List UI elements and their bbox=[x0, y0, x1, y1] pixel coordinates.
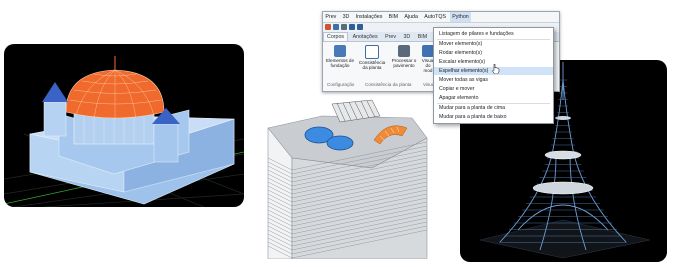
quick-access-toolbar bbox=[325, 23, 363, 31]
tab-corpos[interactable]: Corpos bbox=[323, 32, 349, 41]
menu-bar: Prev 3D Instalações BIM Ajuda AutoTQS Py… bbox=[323, 12, 559, 23]
foundation-elements-label: Elementos de fundação bbox=[325, 58, 355, 68]
menu-item-planta-baixo[interactable]: Mudar para a planta de baixo bbox=[434, 113, 553, 121]
group-consistencia: Consistência da planta bbox=[365, 82, 412, 87]
menu-item-mover-vigas[interactable]: Mover todas as vigas bbox=[434, 76, 553, 84]
edit-icon[interactable] bbox=[341, 24, 347, 30]
menu-item-listagem-pilares[interactable]: Listagem de pilares e fundações bbox=[434, 30, 553, 38]
tab-bim[interactable]: BIM bbox=[415, 33, 430, 42]
menu-python[interactable]: Python bbox=[449, 12, 472, 22]
menu-bim[interactable]: BIM bbox=[386, 12, 400, 22]
plan-consistency-label: Consistência da planta bbox=[358, 60, 386, 70]
menu-item-mover-elementos[interactable]: Mover elemento(s) bbox=[434, 40, 553, 48]
menu-item-planta-cima[interactable]: Mudar para a planta de cima bbox=[434, 104, 553, 112]
process-floor-label: Processar o pavimento bbox=[391, 58, 417, 68]
hand-pointer-icon bbox=[492, 64, 500, 74]
save-icon[interactable] bbox=[349, 24, 355, 30]
menu-3d[interactable]: 3D bbox=[340, 12, 352, 22]
menu-item-copiar-mover[interactable]: Copiar e mover bbox=[434, 85, 553, 93]
tab-3d[interactable]: 3D bbox=[400, 33, 413, 42]
app-icon bbox=[325, 24, 331, 30]
tab-prev[interactable]: Prev bbox=[382, 33, 399, 42]
viewport-dome-building bbox=[4, 44, 244, 207]
menu-autotqs[interactable]: AutoTQS bbox=[422, 12, 449, 22]
process-floor-icon bbox=[398, 45, 410, 57]
menu-ajuda[interactable]: Ajuda bbox=[402, 12, 420, 22]
viewport-tower-pool bbox=[262, 98, 431, 259]
search-icon[interactable] bbox=[333, 24, 339, 30]
foundation-elements-icon bbox=[334, 45, 346, 57]
menu-item-rodar-elementos[interactable]: Rodar elemento(s) bbox=[434, 49, 553, 57]
process-floor-button[interactable]: Processar o pavimento bbox=[389, 45, 419, 68]
tab-anotacoes[interactable]: Anotações bbox=[350, 33, 381, 42]
plan-consistency-button[interactable]: Consistência da planta bbox=[357, 45, 387, 70]
menu-item-apagar-elemento[interactable]: Apagar elemento bbox=[434, 94, 553, 102]
menu-instalacoes[interactable]: Instalações bbox=[353, 12, 385, 22]
print-icon[interactable] bbox=[357, 24, 363, 30]
menu-prev[interactable]: Prev bbox=[323, 12, 339, 22]
plan-consistency-icon bbox=[365, 45, 379, 59]
python-dropdown-menu: Listagem de pilares e fundações Mover el… bbox=[433, 27, 554, 124]
foundation-elements-button[interactable]: Elementos de fundação bbox=[325, 45, 355, 68]
group-configuracao: Configuração bbox=[327, 82, 355, 87]
